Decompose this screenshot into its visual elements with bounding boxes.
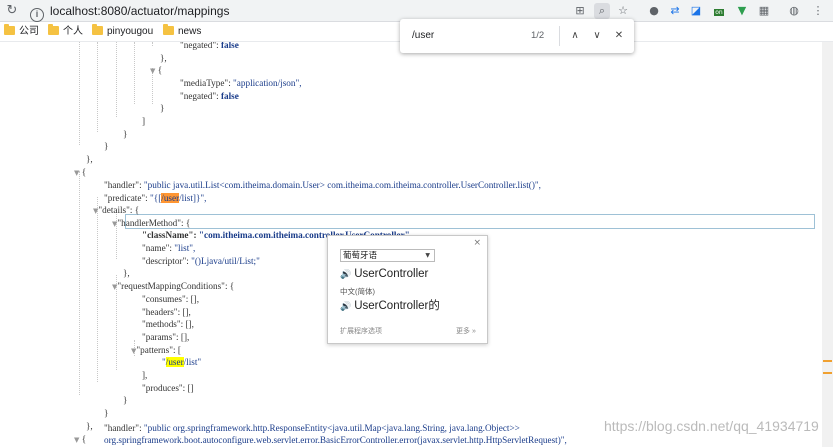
json-line: } <box>104 141 109 151</box>
json-line: "params": [], <box>142 332 190 342</box>
collapse-toggle-icon[interactable]: ▼ <box>74 169 79 177</box>
json-line: }, <box>123 268 130 278</box>
json-line: } <box>123 395 128 405</box>
json-line: ▼ { <box>74 167 87 177</box>
menu-icon[interactable]: ⋮ <box>810 3 826 19</box>
find-match-count: 1/2 <box>531 30 545 41</box>
json-line: "mediaType": "application/json", <box>180 78 302 88</box>
folder-icon <box>163 24 174 35</box>
bookmark-folder-3[interactable]: news <box>163 24 202 39</box>
speaker-icon[interactable]: 🔊 <box>340 270 351 280</box>
bookmark-label: news <box>178 26 202 37</box>
extension-shield-icon[interactable]: ▼ <box>734 3 750 19</box>
indent-guide <box>79 171 80 395</box>
hover-row-highlight <box>125 214 815 229</box>
bookmark-label: 公司 <box>19 26 39 37</box>
watermark: https://blog.csdn.net/qq_41934719 <box>604 418 819 434</box>
search-match: /user <box>165 357 184 367</box>
json-line: "/user/list" <box>162 357 202 367</box>
find-in-page-icon[interactable]: ⌕ <box>594 3 610 19</box>
json-line: ▼"requestMappingConditions": { <box>112 281 235 291</box>
dropdown-arrow-icon: ▼ <box>425 252 430 259</box>
collapse-toggle-icon[interactable]: ▼ <box>150 67 155 75</box>
folder-icon <box>48 24 59 35</box>
search-match-current: /user <box>161 193 180 203</box>
more-link[interactable]: 更多 » <box>456 326 476 336</box>
bookmark-label: 个人 <box>63 26 83 37</box>
vertical-scrollbar[interactable] <box>822 42 833 447</box>
indent-guide <box>97 197 98 382</box>
url-text: localhost:8080/actuator/mappings <box>50 4 230 18</box>
find-bar: /user 1/2 ∧ ∨ ✕ <box>400 19 634 53</box>
json-line: "methods": [], <box>142 319 194 329</box>
extension-ball-icon[interactable]: ◍ <box>786 3 802 19</box>
find-close-icon[interactable]: ✕ <box>612 28 626 44</box>
json-line: ], <box>142 370 148 380</box>
bookmark-folder-1[interactable]: 个人 <box>48 24 83 39</box>
speaker-icon[interactable]: 🔊 <box>340 302 351 312</box>
json-line: "negated": false <box>180 91 239 101</box>
json-line: "negated": false <box>180 42 239 50</box>
translate-page-icon[interactable]: ⊞ <box>572 3 588 19</box>
extension-qr-icon[interactable]: ▦ <box>756 3 772 19</box>
indent-guide <box>79 42 80 145</box>
find-divider <box>559 26 560 46</box>
source-word: 🔊 UserController <box>340 268 429 280</box>
address-bar[interactable]: i localhost:8080/actuator/mappings <box>22 2 634 22</box>
indent-guide <box>116 42 117 117</box>
find-input[interactable]: /user <box>412 28 522 44</box>
extension-on-badge: on <box>714 9 724 16</box>
target-language-label: 中文(简体) <box>340 287 375 296</box>
find-previous-icon[interactable]: ∧ <box>568 28 582 44</box>
json-line: ▼"details": { <box>93 205 140 215</box>
bookmark-folder-2[interactable]: pinyougou <box>92 24 154 39</box>
extension-circle-icon[interactable]: ● <box>646 3 662 19</box>
find-next-icon[interactable]: ∨ <box>590 28 604 44</box>
popup-close-icon[interactable]: × <box>473 238 481 248</box>
collapse-toggle-icon[interactable]: ▼ <box>74 436 79 444</box>
json-line: "consumes": [], <box>142 294 200 304</box>
json-line: "name": "list", <box>142 243 196 253</box>
json-line: }, <box>86 154 93 164</box>
json-line: } <box>104 408 109 418</box>
indent-guide <box>152 42 153 46</box>
bookmark-folder-0[interactable]: 公司 <box>4 24 39 39</box>
scroll-match-marker <box>823 360 832 362</box>
bookmark-star-icon[interactable]: ☆ <box>615 3 631 19</box>
translated-word: 🔊 UserController的 <box>340 300 440 312</box>
extension-options-link[interactable]: 扩展程序选项 <box>340 326 382 336</box>
json-line: "produces": [] <box>142 383 194 393</box>
json-line: }, <box>86 421 93 431</box>
json-line: "descriptor": "()Ljava/util/List;" <box>142 256 260 266</box>
indent-guide <box>134 42 135 104</box>
json-line: } <box>160 103 165 113</box>
json-line: org.springframework.boot.autoconfigure.w… <box>104 435 567 445</box>
reload-icon[interactable]: ↻ <box>4 3 20 19</box>
json-line: } <box>123 129 128 139</box>
translate-popup: × 葡萄牙语 ▼ 🔊 UserController 中文(简体) 🔊 UserCon… <box>327 235 488 344</box>
extension-sync-icon[interactable]: ◪ <box>688 3 704 19</box>
json-line: ] <box>142 116 146 126</box>
json-line: ▼ { <box>150 65 163 75</box>
scroll-match-marker <box>823 372 832 374</box>
bookmark-label: pinyougou <box>107 26 154 37</box>
extension-translate-icon[interactable]: ⇄ <box>667 3 683 19</box>
site-info-icon[interactable]: i <box>30 8 44 22</box>
json-line: ▼ { <box>74 434 87 444</box>
source-language-select[interactable]: 葡萄牙语 ▼ <box>340 249 435 262</box>
extension-on-icon[interactable]: on <box>711 3 727 19</box>
folder-icon <box>4 24 15 35</box>
folder-icon <box>92 24 103 35</box>
json-line: "handler": "public java.util.List<com.it… <box>104 180 541 190</box>
indent-guide <box>97 42 98 132</box>
